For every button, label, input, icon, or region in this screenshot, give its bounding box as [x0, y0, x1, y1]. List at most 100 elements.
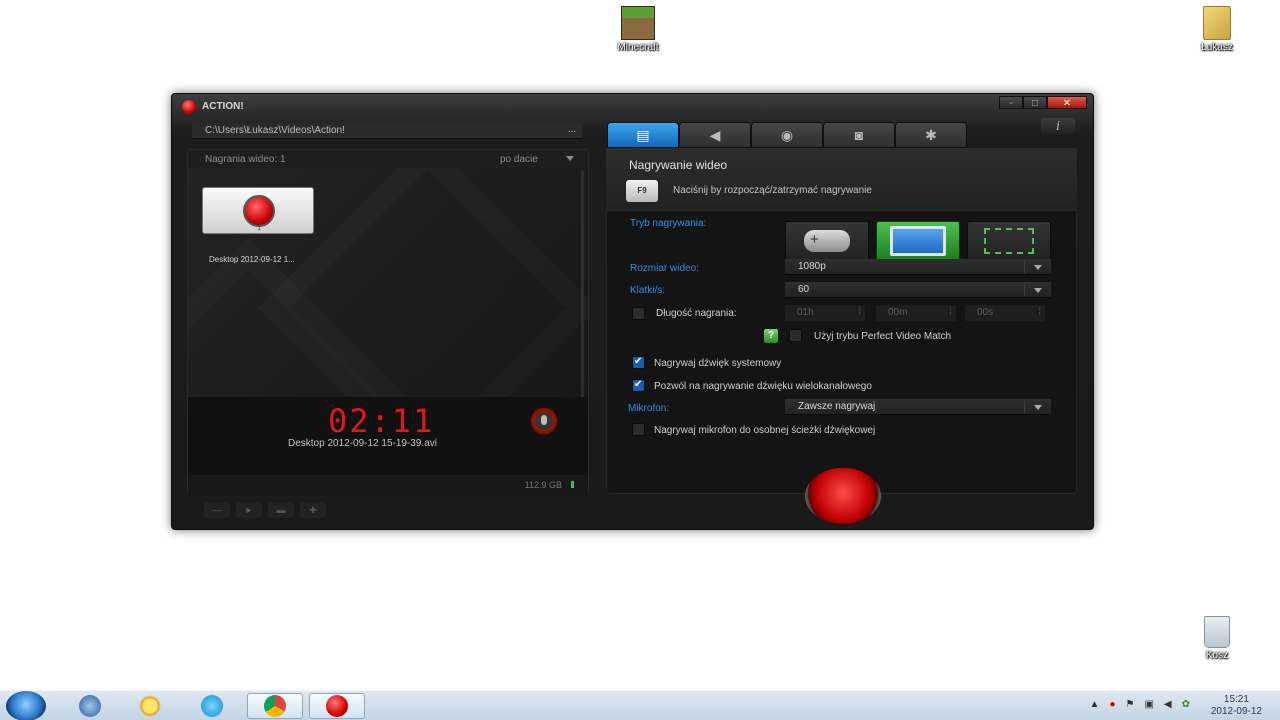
mode-game-button[interactable]	[785, 221, 869, 261]
multichannel-label: Pozwól na nagrywanie dźwięku wielokanało…	[654, 381, 872, 392]
window-controls: - □ ✕	[999, 96, 1087, 109]
volume-icon[interactable]: ◀	[1164, 699, 1172, 710]
taskbar-chrome[interactable]	[247, 693, 303, 719]
info-button[interactable]: i	[1041, 118, 1075, 134]
video-size-value: 1080p	[798, 261, 826, 272]
taskbar-sun-app[interactable]	[122, 693, 178, 719]
tab-video[interactable]: ▤	[607, 122, 679, 148]
tab-benchmark[interactable]: ◉	[751, 122, 823, 148]
tray-expand-icon[interactable]: ▲	[1090, 699, 1100, 710]
network-icon[interactable]: ▣	[1144, 699, 1153, 710]
microphone-icon[interactable]	[530, 407, 558, 435]
length-limit-checkbox[interactable]	[632, 307, 645, 320]
mode-region-button[interactable]	[967, 221, 1051, 261]
sort-dropdown[interactable]: po dacie	[500, 154, 538, 165]
stopwatch-icon: ◉	[780, 126, 794, 143]
recording-timer: 02:11	[328, 402, 435, 440]
browse-path-button[interactable]: ...	[559, 123, 585, 139]
current-file-name: Desktop 2012-09-12 15-19-39.avi	[288, 438, 437, 449]
media-controls: — ► ▬ ✚	[204, 502, 326, 518]
disk-space-bar: 112.9 GB	[188, 475, 588, 495]
tab-audio[interactable]: ◀	[679, 122, 751, 148]
window-title: ACTION!	[202, 101, 244, 112]
minimize-button[interactable]: -	[999, 96, 1023, 109]
disk-free-space: 112.9 GB	[524, 480, 562, 490]
length-seconds-spinner[interactable]: 00s	[965, 305, 1045, 321]
skype-icon	[201, 695, 223, 717]
output-path-field[interactable]: C:\Users\Łukasz\Videos\Action!	[192, 123, 582, 139]
recycle-bin-icon	[1204, 616, 1230, 648]
section-title: Nagrywanie wideo	[629, 158, 728, 172]
hotkey-button[interactable]: F9	[626, 180, 658, 202]
mode-label: Tryb nagrywania:	[630, 218, 707, 229]
help-button[interactable]: ?	[764, 329, 778, 343]
close-button[interactable]: ✕	[1047, 96, 1087, 109]
camera-icon: ◙	[854, 127, 864, 143]
clock-time: 15:21	[1223, 694, 1249, 705]
minecraft-icon	[621, 6, 655, 40]
system-sound-label: Nagrywaj dźwięk systemowy	[654, 358, 782, 369]
upload-button[interactable]: ✚	[300, 502, 326, 518]
taskbar-action[interactable]	[309, 693, 365, 719]
open-folder-button[interactable]: ▬	[268, 502, 294, 518]
system-clock[interactable]: 15:21 2012-09-12	[1211, 694, 1262, 718]
fps-value: 60	[798, 284, 810, 295]
taskbar-skype[interactable]	[184, 693, 240, 719]
chrome-icon	[264, 695, 286, 717]
clock-date: 2012-09-12	[1210, 706, 1262, 717]
recording-label: Desktop 2012-09-12 1...	[209, 255, 295, 264]
fps-select[interactable]: 60	[785, 282, 1051, 298]
start-button[interactable]	[6, 691, 46, 720]
microphone-select[interactable]: Zawsze nagrywaj	[785, 399, 1051, 415]
mic-separate-label: Nagrywaj mikrofon do osobnej ścieżki dźw…	[654, 425, 876, 436]
length-hours-spinner[interactable]: 01h	[785, 305, 865, 321]
microphone-value: Zawsze nagrywaj	[798, 401, 876, 412]
recordings-header: Nagrania wideo: 1 po dacie	[188, 150, 588, 168]
mic-label: Mikrofon:	[628, 403, 670, 414]
size-label: Rozmiar wideo:	[630, 263, 699, 274]
desktop-icon-label: Minecraft	[617, 42, 659, 53]
video-size-select[interactable]: 1080p	[785, 259, 1051, 275]
film-icon: ▤	[636, 126, 650, 143]
length-label: Długość nagrania:	[656, 308, 737, 319]
maximize-button[interactable]: □	[1023, 96, 1047, 109]
fps-label: Klatki/s:	[630, 285, 666, 296]
system-sound-checkbox[interactable]	[632, 356, 645, 369]
delete-button[interactable]: —	[204, 502, 230, 518]
gamepad-icon	[804, 230, 850, 252]
desktop-icon-label: Łukasz	[1201, 42, 1233, 53]
play-button[interactable]: ►	[236, 502, 262, 518]
tray-app-icon[interactable]: ●	[1109, 699, 1115, 710]
app-logo-icon	[182, 100, 196, 114]
desktop-icon-user-folder[interactable]: Łukasz	[1182, 6, 1252, 53]
title-bar[interactable]: ACTION! - □ ✕	[172, 94, 1093, 116]
tab-settings[interactable]: ✱	[895, 122, 967, 148]
taskbar-thunderbird[interactable]	[62, 693, 118, 719]
video-section-header: Nagrywanie wideo F9 Naciśnij by rozpoczą…	[606, 148, 1077, 210]
disk-status-indicator	[571, 481, 574, 488]
recording-thumbnail[interactable]: 1	[202, 187, 314, 234]
tray-status-icon[interactable]: ✿	[1182, 699, 1190, 710]
perfect-match-checkbox[interactable]	[789, 329, 802, 342]
tab-screenshot[interactable]: ◙	[823, 122, 895, 148]
multichannel-checkbox[interactable]	[632, 379, 645, 392]
record-logo-icon	[243, 195, 275, 227]
perfect-match-label: Użyj trybu Perfect Video Match	[814, 331, 952, 342]
playback-area: 02:11 Desktop 2012-09-12 15-19-39.avi	[188, 397, 588, 475]
recordings-list: 1 Desktop 2012-09-12 1...	[188, 168, 588, 397]
record-button[interactable]	[805, 468, 881, 524]
tray-flag-icon[interactable]: ⚑	[1125, 699, 1134, 710]
system-tray: ▲ ● ⚑ ▣ ◀ ✿	[1090, 699, 1190, 710]
thunderbird-icon	[79, 695, 101, 717]
settings-tabs: ▤ ◀ ◉ ◙ ✱	[607, 122, 967, 148]
folder-icon	[1203, 6, 1231, 40]
length-minutes-spinner[interactable]: 00m	[876, 305, 956, 321]
desktop-icon-label: Kosz	[1205, 650, 1229, 661]
desktop-icon-minecraft[interactable]: Minecraft	[603, 6, 673, 53]
mic-separate-checkbox[interactable]	[632, 423, 645, 436]
desktop-icon-recycle-bin[interactable]: Kosz	[1182, 616, 1252, 661]
action-app-window: ACTION! - □ ✕ C:\Users\Łukasz\Videos\Act…	[171, 93, 1094, 530]
speaker-icon: ◀	[709, 126, 721, 143]
chevron-down-icon[interactable]	[566, 156, 574, 161]
mode-desktop-button[interactable]	[876, 221, 960, 261]
